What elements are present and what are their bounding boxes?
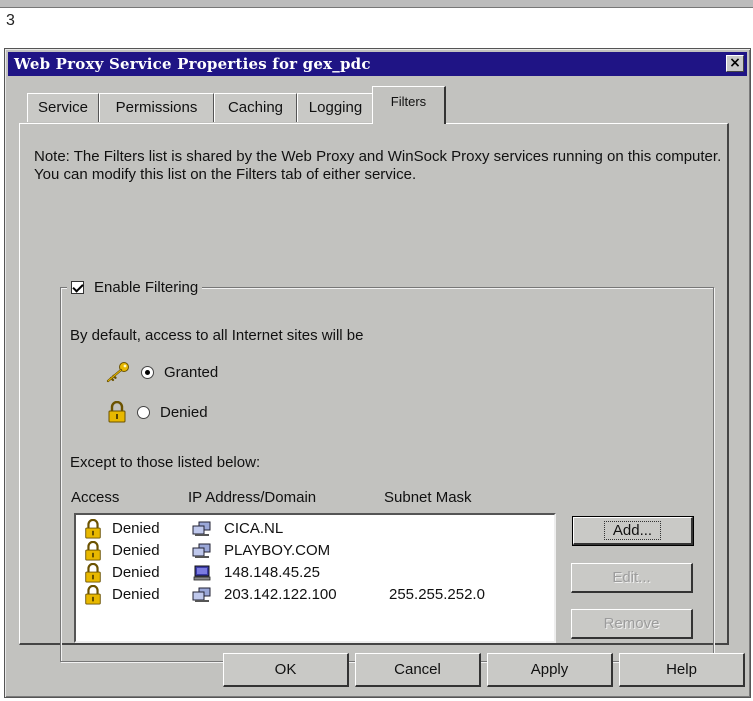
- edit-button[interactable]: Edit...: [571, 563, 693, 593]
- list-item[interactable]: Denied CICA.NL: [76, 518, 554, 540]
- tab-label: Permissions: [115, 99, 198, 116]
- column-header-subnet[interactable]: Subnet Mask: [384, 489, 472, 506]
- domain-icon: [192, 543, 211, 558]
- computer-icon: [193, 565, 211, 581]
- denied-radio[interactable]: [137, 405, 150, 419]
- filter-list[interactable]: Denied CICA.NL Denied PLAYBOY.COM Denied…: [74, 513, 556, 643]
- tab-label: Caching: [227, 99, 284, 116]
- apply-button[interactable]: Apply: [487, 653, 613, 687]
- tab-filters[interactable]: Filters: [372, 86, 446, 124]
- lock-icon: [85, 563, 101, 583]
- top-border-strip: [0, 0, 753, 8]
- tab-permissions[interactable]: Permissions: [99, 93, 214, 122]
- column-header-access[interactable]: Access: [71, 489, 119, 506]
- list-item[interactable]: Denied PLAYBOY.COM: [76, 540, 554, 562]
- tab-service[interactable]: Service: [27, 93, 99, 122]
- tab-label: Logging: [308, 99, 363, 116]
- tab-logging[interactable]: Logging: [297, 93, 374, 122]
- close-icon: ×: [729, 55, 741, 71]
- enable-filtering-checkbox[interactable]: Enable Filtering: [67, 279, 203, 296]
- close-button[interactable]: ×: [726, 55, 744, 72]
- ok-button[interactable]: OK: [223, 653, 349, 687]
- access-value: Denied: [112, 542, 160, 559]
- access-value: Denied: [112, 520, 160, 537]
- remove-button-label: Remove: [603, 615, 660, 632]
- network-icon: [192, 587, 211, 602]
- cancel-button[interactable]: Cancel: [355, 653, 481, 687]
- add-button-label: Add...: [603, 521, 662, 540]
- denied-label: Denied: [160, 403, 208, 421]
- help-button-label: Help: [666, 661, 697, 678]
- denied-option[interactable]: Denied: [107, 401, 208, 423]
- add-button[interactable]: Add...: [572, 516, 694, 546]
- title-bar[interactable]: Web Proxy Service Properties for gex_pdc…: [8, 52, 747, 76]
- lock-icon: [108, 401, 126, 423]
- granted-radio[interactable]: [141, 365, 154, 379]
- ok-button-label: OK: [274, 661, 297, 678]
- cancel-button-label: Cancel: [394, 661, 441, 678]
- properties-dialog: Web Proxy Service Properties for gex_pdc…: [4, 48, 751, 698]
- enable-filtering-label: Enable Filtering: [94, 279, 199, 296]
- column-header-address[interactable]: IP Address/Domain: [188, 489, 316, 506]
- window-title: Web Proxy Service Properties for gex_pdc: [14, 55, 371, 73]
- tab-label: Filters: [390, 94, 427, 109]
- address-value: 148.148.45.25: [224, 564, 320, 581]
- filters-note: Note: The Filters list is shared by the …: [34, 148, 722, 183]
- granted-label: Granted: [164, 363, 219, 381]
- apply-button-label: Apply: [530, 661, 569, 678]
- checkbox-checked[interactable]: [71, 281, 84, 294]
- help-button[interactable]: Help: [619, 653, 745, 687]
- lock-icon: [85, 585, 101, 605]
- domain-icon: [192, 521, 211, 536]
- tab-caching[interactable]: Caching: [214, 93, 297, 122]
- figure-number: 3: [6, 12, 15, 29]
- granted-option[interactable]: Granted: [105, 361, 218, 383]
- tab-label: Service: [37, 99, 89, 116]
- except-text: Except to those listed below:: [70, 454, 261, 471]
- address-value: CICA.NL: [224, 520, 284, 537]
- address-value: PLAYBOY.COM: [224, 542, 331, 559]
- subnet-value: 255.255.252.0: [389, 586, 485, 603]
- access-value: Denied: [112, 586, 160, 603]
- key-icon: [106, 362, 129, 383]
- lock-icon: [85, 519, 101, 539]
- default-access-text: By default, access to all Internet sites…: [70, 327, 364, 344]
- access-value: Denied: [112, 564, 160, 581]
- remove-button[interactable]: Remove: [571, 609, 693, 639]
- address-value: 203.142.122.100: [224, 586, 337, 603]
- list-item[interactable]: Denied 148.148.45.25: [76, 562, 554, 584]
- edit-button-label: Edit...: [612, 569, 651, 586]
- list-item[interactable]: Denied 203.142.122.100 255.255.252.0: [76, 584, 554, 606]
- lock-icon: [85, 541, 101, 561]
